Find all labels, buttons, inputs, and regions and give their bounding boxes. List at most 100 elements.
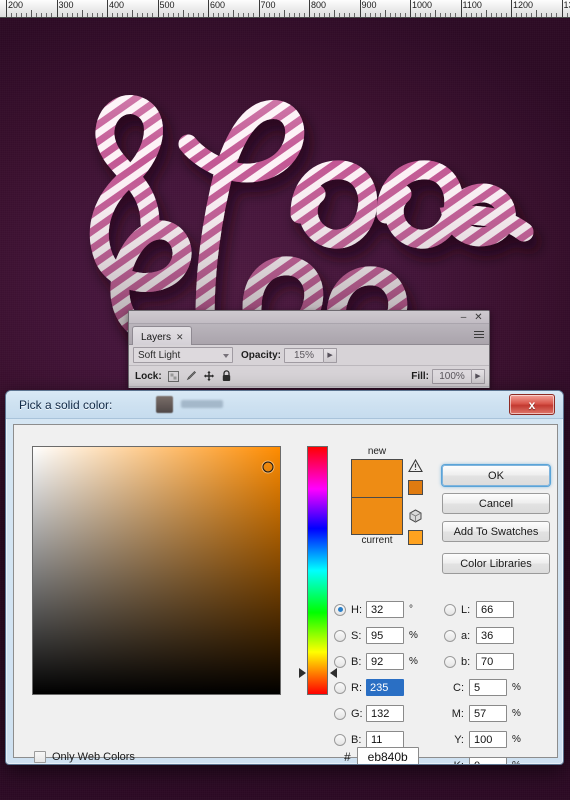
- ruler-minor-tick: [26, 13, 28, 17]
- hsb-radio-h[interactable]: [334, 603, 346, 616]
- rgb-radio-g[interactable]: [334, 707, 346, 720]
- cmyk-input-y[interactable]: 100: [469, 731, 507, 748]
- lab-label-a: a:: [461, 629, 471, 642]
- layers-list[interactable]: [129, 387, 489, 388]
- ruler-minor-tick: [177, 13, 179, 17]
- brush-lock-icon[interactable]: [185, 370, 197, 382]
- rgb-label-g: G:: [351, 707, 363, 720]
- current-color-swatch[interactable]: [351, 497, 403, 535]
- close-icon[interactable]: ✕: [473, 313, 484, 323]
- cmyk-label-y: Y:: [454, 733, 464, 746]
- ruler-minor-tick: [384, 10, 386, 17]
- all-lock-icon[interactable]: [221, 370, 232, 382]
- hsb-input-h[interactable]: 32: [366, 601, 404, 618]
- gamut-warning-column: [408, 446, 428, 545]
- cmyk-input-m[interactable]: 57: [469, 705, 507, 722]
- out-of-gamut-warning-icon[interactable]: [408, 458, 423, 477]
- tab-close-icon[interactable]: ✕: [176, 332, 184, 343]
- color-libraries-button[interactable]: Color Libraries: [442, 553, 550, 574]
- ruler-minor-tick: [197, 13, 199, 17]
- cancel-button[interactable]: Cancel: [442, 493, 550, 514]
- background-window-title: [181, 400, 223, 408]
- lab-input-a[interactable]: 36: [476, 627, 514, 644]
- lab-radio-b[interactable]: [444, 655, 456, 668]
- hsb-unit-s: %: [409, 630, 418, 641]
- minimize-icon[interactable]: –: [458, 313, 469, 323]
- layers-panel[interactable]: – ✕ Layers ✕ Soft Light Opacity: 15% ▶ L…: [128, 310, 490, 388]
- gamut-warning-swatch[interactable]: [408, 480, 423, 495]
- web-safe-cube-icon[interactable]: [408, 509, 423, 527]
- ruler-minor-tick: [81, 10, 83, 17]
- ruler-minor-tick: [268, 13, 270, 17]
- fill-input[interactable]: 100%: [432, 368, 472, 384]
- lab-label-b: b:: [461, 655, 471, 668]
- checkbox-box[interactable]: [34, 751, 46, 763]
- rgb-row-b2: B: 11: [334, 730, 404, 749]
- hue-slider[interactable]: [307, 446, 328, 695]
- hsb-radio-b[interactable]: [334, 655, 346, 668]
- ruler-label: 130: [563, 0, 570, 10]
- horizontal-ruler[interactable]: 200 300 400 500 600 700 800 900 1000 1100 1200 130: [0, 0, 570, 18]
- only-web-colors-checkbox[interactable]: Only Web Colors: [34, 751, 135, 763]
- ruler-minor-tick: [319, 13, 321, 17]
- color-picker-dialog[interactable]: Pick a solid color: x new current OK Can…: [5, 390, 564, 765]
- hsb-input-b[interactable]: 92: [366, 653, 404, 670]
- ruler-minor-tick: [223, 13, 225, 17]
- ruler-minor-tick: [440, 13, 442, 17]
- dialog-titlebar[interactable]: Pick a solid color: x: [6, 391, 563, 419]
- layers-panel-titlebar[interactable]: – ✕: [129, 311, 489, 324]
- opacity-spinner[interactable]: ▶: [324, 347, 338, 363]
- cmyk-input-k[interactable]: 0: [469, 757, 507, 764]
- tab-layers-label: Layers: [141, 332, 172, 343]
- ruler-minor-tick: [248, 13, 250, 17]
- ruler-minor-tick: [46, 13, 48, 17]
- panel-menu-icon[interactable]: [471, 328, 485, 340]
- ruler-minor-tick: [339, 13, 341, 17]
- hex-input[interactable]: eb840b: [356, 747, 419, 764]
- rgb-radio-b2[interactable]: [334, 733, 346, 746]
- lab-radio-l[interactable]: [444, 603, 456, 616]
- rgb-row-g: G: 132: [334, 704, 404, 723]
- opacity-input[interactable]: 15%: [284, 347, 325, 363]
- saturation-brightness-field[interactable]: [32, 446, 281, 695]
- rgb-input-g[interactable]: 132: [366, 705, 404, 722]
- web-safe-swatch[interactable]: [408, 530, 423, 545]
- hsb-input-s[interactable]: 95: [366, 627, 404, 644]
- new-color-label: new: [367, 446, 387, 457]
- ruler-minor-tick: [495, 13, 497, 17]
- ruler-minor-tick: [117, 13, 119, 17]
- ruler-minor-tick: [263, 13, 265, 17]
- fill-spinner[interactable]: ▶: [472, 368, 485, 384]
- lab-input-b[interactable]: 70: [476, 653, 514, 670]
- current-color-label: current: [361, 535, 393, 546]
- ok-button[interactable]: OK: [442, 465, 550, 486]
- tab-layers[interactable]: Layers ✕: [132, 326, 192, 345]
- ruler-minor-tick: [455, 13, 457, 17]
- lab-radio-a[interactable]: [444, 629, 456, 642]
- hue-marker-left-icon[interactable]: [299, 667, 306, 678]
- ruler-label: 1200: [513, 0, 534, 10]
- color-field-cursor[interactable]: [262, 461, 274, 473]
- move-lock-icon[interactable]: [203, 370, 215, 382]
- ruler-minor-tick: [374, 13, 376, 17]
- hsb-label-s: S:: [351, 629, 362, 642]
- cmyk-label-m: M:: [451, 707, 464, 720]
- ruler-minor-tick: [122, 13, 124, 17]
- ruler-minor-tick: [354, 13, 356, 17]
- ruler-minor-tick: [233, 10, 235, 17]
- rgb-radio-r[interactable]: [334, 681, 346, 694]
- hsb-radio-s[interactable]: [334, 629, 346, 642]
- lab-input-l[interactable]: 66: [476, 601, 514, 618]
- transparency-lock-icon[interactable]: [167, 370, 179, 382]
- cmyk-input-c[interactable]: 5: [469, 679, 507, 696]
- ruler-minor-tick: [162, 13, 164, 17]
- ruler-minor-tick: [516, 13, 518, 17]
- ruler-minor-tick: [127, 13, 129, 17]
- close-button[interactable]: x: [509, 394, 555, 415]
- blend-mode-select[interactable]: Soft Light: [133, 347, 233, 363]
- new-color-swatch[interactable]: [351, 459, 403, 497]
- ruler-minor-tick: [303, 13, 305, 17]
- rgb-input-r[interactable]: 235: [366, 679, 404, 696]
- rgb-input-b2[interactable]: 11: [366, 731, 404, 748]
- add-to-swatches-button[interactable]: Add To Swatches: [442, 521, 550, 542]
